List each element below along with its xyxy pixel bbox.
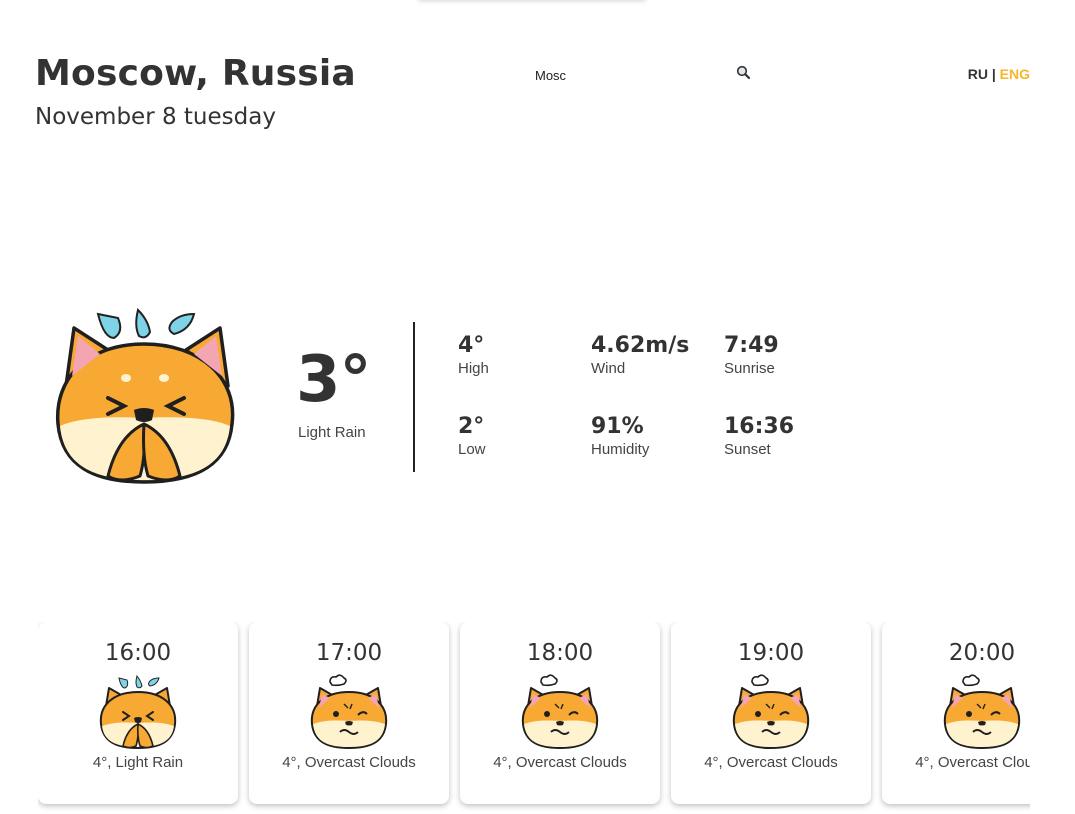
shiba-light-rain-icon <box>99 674 177 749</box>
stat-sunset-value: 16:36 <box>724 414 795 439</box>
current-description: Light Rain <box>298 424 366 441</box>
stat-high-label: High <box>458 360 489 378</box>
lang-eng-button[interactable]: ENG <box>1000 66 1030 82</box>
shiba-light-rain-icon <box>55 308 235 484</box>
stat-humidity-value: 91% <box>591 414 644 439</box>
stat-sunset-label: Sunset <box>724 441 771 459</box>
divider <box>413 322 415 472</box>
stat-sunrise-value: 7:49 <box>724 333 779 358</box>
stat-low-label: Low <box>458 441 486 459</box>
stat-low: 2° Low <box>458 414 486 459</box>
lang-separator: | <box>991 66 996 82</box>
city-title: Moscow, Russia <box>35 53 356 94</box>
lang-ru-button[interactable]: RU <box>968 66 988 82</box>
shiba-overcast-clouds-icon <box>521 674 599 749</box>
search-icon[interactable] <box>734 63 754 83</box>
stat-humidity-label: Humidity <box>591 441 650 459</box>
shiba-overcast-clouds-icon <box>310 674 388 749</box>
date-label: November 8 tuesday <box>35 104 276 130</box>
shiba-overcast-clouds-icon <box>732 674 810 749</box>
forecast-summary: 4°, Overcast Clouds <box>704 754 838 771</box>
stat-wind: 4.62m/s Wind <box>591 333 690 378</box>
stat-wind-value: 4.62m/s <box>591 333 690 358</box>
stat-sunset: 16:36 Sunset <box>724 414 795 459</box>
search-input[interactable] <box>535 64 730 86</box>
forecast-summary: 4°, Overcast Clouds <box>493 754 627 771</box>
stat-sunrise-label: Sunrise <box>724 360 775 378</box>
stat-wind-label: Wind <box>591 360 626 378</box>
forecast-card[interactable]: 16:00 4°, Light Rain <box>38 622 238 804</box>
hourly-forecast[interactable]: 16:00 4°, Light Rain 17:00 4°, Overcast … <box>38 622 1030 814</box>
forecast-card[interactable]: 17:00 4°, Overcast Clouds <box>249 622 449 804</box>
language-switcher: RU | ENG <box>968 66 1030 82</box>
forecast-summary: 4°, Light Rain <box>92 754 184 771</box>
forecast-summary: 4°, Overcast Clouds <box>915 754 1030 771</box>
stat-low-value: 2° <box>458 414 485 439</box>
stat-humidity: 91% Humidity <box>591 414 650 459</box>
current-temperature: 3° <box>296 343 372 417</box>
forecast-summary: 4°, Overcast Clouds <box>282 754 416 771</box>
stat-sunrise: 7:49 Sunrise <box>724 333 779 378</box>
forecast-time: 16:00 <box>104 640 172 666</box>
forecast-card[interactable]: 18:00 4°, Overcast Clouds <box>460 622 660 804</box>
forecast-time: 18:00 <box>526 640 594 666</box>
forecast-card[interactable]: 20:00 4°, Overcast Clouds <box>882 622 1030 804</box>
stat-high: 4° High <box>458 333 489 378</box>
forecast-time: 20:00 <box>948 640 1016 666</box>
forecast-time: 19:00 <box>737 640 805 666</box>
forecast-time: 17:00 <box>315 640 383 666</box>
forecast-card[interactable]: 19:00 4°, Overcast Clouds <box>671 622 871 804</box>
shiba-overcast-clouds-icon <box>943 674 1021 749</box>
stat-high-value: 4° <box>458 333 485 358</box>
